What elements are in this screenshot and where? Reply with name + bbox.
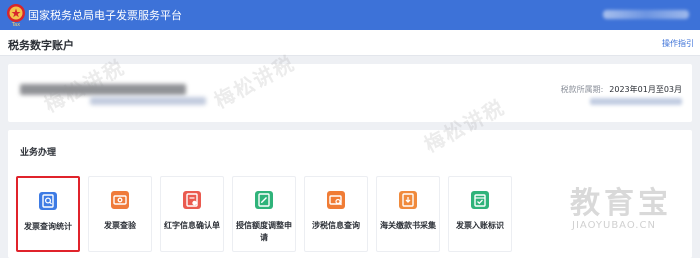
business-panel: 业务办理 发票查询统计 发票查验 红字信息确认单 授信额度调整申请 涉税信息查询 海关缴款…: [8, 130, 692, 258]
red-invoice-icon: [183, 191, 201, 209]
national-emblem-icon: [7, 4, 25, 22]
top-bar: Tax 国家税务总局电子发票服务平台: [0, 0, 700, 30]
business-tile-label: 海关缴款书采集: [380, 221, 436, 230]
credit-adjust-icon: [255, 191, 273, 209]
business-tile[interactable]: 发票入账标识: [448, 176, 512, 252]
business-tile-label: 涉税信息查询: [312, 221, 360, 230]
tax-period: 税款所属期: 2023年01月至03月: [561, 84, 682, 95]
business-tile[interactable]: 发票查验: [88, 176, 152, 252]
tax-period-label: 税款所属期:: [560, 85, 604, 94]
invoice-posting-icon: [471, 191, 489, 209]
business-tile-label: 授信额度调整申请: [236, 221, 292, 242]
tax-period-value: 2023年01月至03月: [609, 85, 682, 94]
business-tile[interactable]: 红字信息确认单: [160, 176, 224, 252]
page-title: 税务数字账户: [8, 39, 74, 52]
app-title: 国家税务总局电子发票服务平台: [28, 9, 182, 22]
taxpayer-detail-blurred: [90, 97, 206, 105]
business-tile-label: 发票查验: [104, 221, 136, 230]
business-tile-label: 发票入账标识: [456, 221, 504, 230]
emblem-caption: Tax: [11, 22, 21, 28]
business-tile[interactable]: 发票查询统计: [16, 176, 80, 252]
taxpayer-id-blurred: [590, 98, 682, 105]
section-title: 业务办理: [20, 148, 57, 158]
operation-guide-link[interactable]: 操作指引: [662, 38, 694, 49]
business-tile[interactable]: 海关缴款书采集: [376, 176, 440, 252]
user-info-blurred[interactable]: [603, 10, 689, 19]
page-header: 税务数字账户 操作指引: [0, 30, 700, 56]
tax-info-search-icon: [327, 191, 345, 209]
business-tile-label: 发票查询统计: [24, 222, 72, 231]
taxpayer-name-blurred: [20, 84, 186, 95]
business-tile-label: 红字信息确认单: [164, 221, 220, 230]
invoice-verify-icon: [111, 191, 129, 209]
customs-collect-icon: [399, 191, 417, 209]
taxpayer-info-card: 税款所属期: 2023年01月至03月: [8, 64, 692, 122]
business-tile[interactable]: 授信额度调整申请: [232, 176, 296, 252]
invoice-search-icon: [39, 192, 57, 210]
business-tile[interactable]: 涉税信息查询: [304, 176, 368, 252]
